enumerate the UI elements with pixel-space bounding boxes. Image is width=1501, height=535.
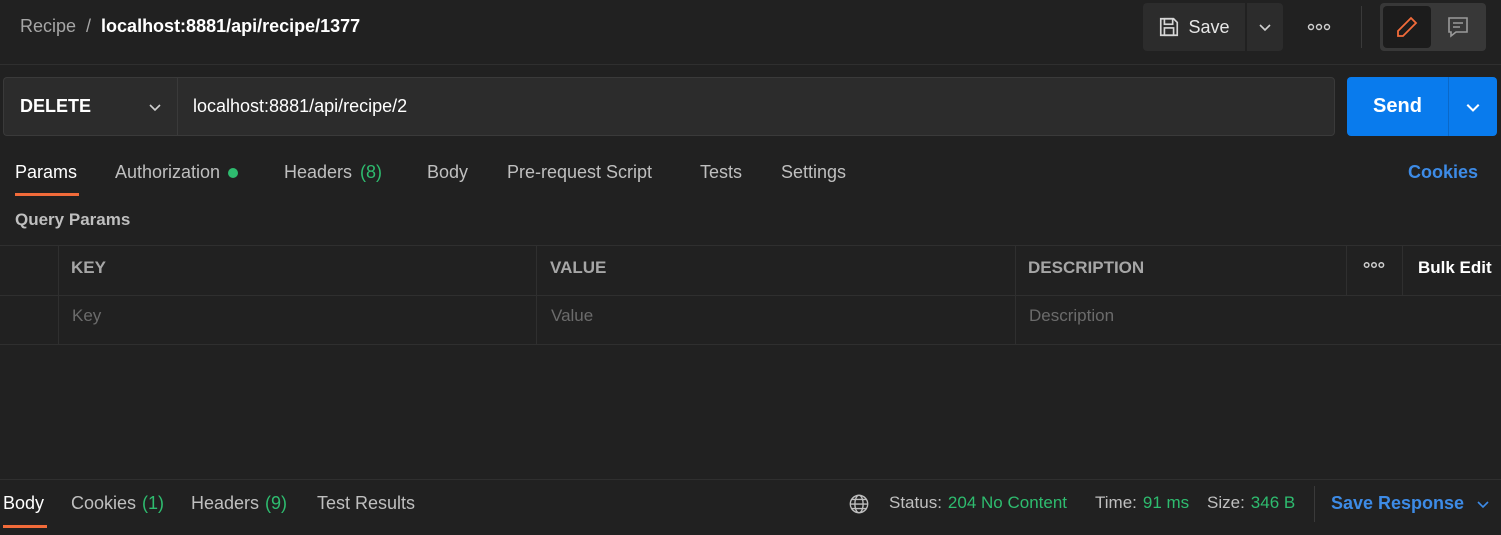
table-col-divider <box>58 245 59 344</box>
breadcrumb-collection[interactable]: Recipe <box>20 16 76 37</box>
chevron-down-icon <box>1477 500 1489 508</box>
chevron-down-icon <box>1466 103 1480 112</box>
tab-pre-request-script[interactable]: Pre-request Script <box>507 162 652 183</box>
send-options-button[interactable] <box>1448 77 1497 136</box>
breadcrumb-separator: / <box>86 16 92 36</box>
table-col-divider <box>1402 245 1403 295</box>
status-dot-icon <box>228 167 239 178</box>
tab-params-label: Params <box>15 162 78 182</box>
response-tab-body-label: Body <box>3 493 45 513</box>
description-input[interactable]: Description <box>1029 306 1114 326</box>
tab-headers[interactable]: Headers (8) <box>284 162 382 183</box>
response-status[interactable]: Status: 204 No Content <box>889 493 1067 513</box>
status-label: Status: <box>889 493 942 512</box>
table-border-top <box>0 245 1501 246</box>
tab-authorization-label: Authorization <box>115 162 221 182</box>
url-input[interactable]: localhost:8881/api/recipe/2 <box>177 77 1335 136</box>
chevron-down-icon <box>149 103 161 111</box>
table-border-bottom <box>0 344 1501 345</box>
table-col-divider <box>1346 245 1347 295</box>
pencil-icon <box>1397 16 1418 37</box>
response-tab-test-results[interactable]: Test Results <box>317 493 415 514</box>
tab-body[interactable]: Body <box>427 162 468 183</box>
url-value: localhost:8881/api/recipe/2 <box>193 96 408 116</box>
globe-icon[interactable] <box>848 493 870 520</box>
send-button[interactable]: Send <box>1347 77 1448 136</box>
value-input[interactable]: Value <box>551 306 593 326</box>
table-col-divider <box>1015 245 1016 344</box>
request-title[interactable]: localhost:8881/api/recipe/1377 <box>101 16 360 37</box>
response-size[interactable]: Size: 346 B <box>1207 493 1295 513</box>
save-button[interactable]: Save <box>1143 3 1245 51</box>
response-tab-cookies[interactable]: Cookies (1) <box>71 493 164 514</box>
save-options-button[interactable] <box>1247 3 1283 51</box>
comment-icon <box>1448 17 1468 38</box>
table-col-divider <box>536 245 537 344</box>
save-response-button[interactable]: Save Response <box>1331 493 1490 514</box>
divider <box>1361 6 1362 48</box>
tab-authorization[interactable]: Authorization <box>115 162 239 183</box>
breadcrumb: Recipe / localhost:8881/api/recipe/1377 <box>20 16 360 37</box>
response-tab-headers-label: Headers <box>191 493 260 513</box>
response-time[interactable]: Time: 91 ms <box>1095 493 1189 513</box>
tab-tests-label: Tests <box>700 162 743 182</box>
save-response-label: Save Response <box>1331 493 1465 513</box>
save-icon <box>1160 17 1179 37</box>
status-value: 204 No Content <box>947 493 1068 512</box>
table-options-button[interactable] <box>1363 258 1387 272</box>
method-select[interactable]: DELETE <box>3 77 178 136</box>
column-header-value: VALUE <box>550 258 607 277</box>
more-horizontal-icon <box>1363 261 1385 269</box>
response-tab-cookies-count: (1) <box>142 493 165 513</box>
tab-headers-count: (8) <box>360 162 383 182</box>
response-bar-divider <box>1314 486 1315 522</box>
save-label: Save <box>1188 16 1230 37</box>
tab-body-label: Body <box>427 162 469 182</box>
response-tab-cookies-label: Cookies <box>71 493 137 513</box>
more-actions-button[interactable] <box>1303 14 1335 40</box>
tab-tests[interactable]: Tests <box>700 162 742 183</box>
size-value: 346 B <box>1250 493 1296 512</box>
tab-params[interactable]: Params <box>15 162 77 183</box>
send-label: Send <box>1373 95 1422 117</box>
response-tab-test-results-label: Test Results <box>317 493 416 513</box>
active-response-tab-indicator <box>3 525 47 528</box>
column-header-description: DESCRIPTION <box>1028 258 1145 277</box>
key-input[interactable]: Key <box>72 306 101 326</box>
active-tab-indicator <box>15 193 79 196</box>
tab-headers-label: Headers <box>284 162 353 182</box>
table-border-mid <box>0 295 1501 296</box>
time-value: 91 ms <box>1142 493 1190 512</box>
tab-settings[interactable]: Settings <box>781 162 846 183</box>
tab-pre-request-label: Pre-request Script <box>507 162 653 182</box>
tab-settings-label: Settings <box>781 162 847 182</box>
time-label: Time: <box>1095 493 1137 512</box>
response-tab-headers[interactable]: Headers (9) <box>191 493 287 514</box>
query-params-title: Query Params <box>15 210 131 229</box>
bulk-edit-button[interactable]: Bulk Edit <box>1418 258 1492 278</box>
response-tab-body[interactable]: Body <box>3 493 44 514</box>
comment-mode-button[interactable] <box>1434 6 1482 48</box>
edit-mode-button[interactable] <box>1383 6 1431 48</box>
cookies-link[interactable]: Cookies <box>1408 162 1478 183</box>
more-horizontal-icon <box>1307 23 1331 31</box>
chevron-down-icon <box>1259 24 1271 32</box>
response-divider <box>0 479 1501 480</box>
response-tab-headers-count: (9) <box>265 493 288 513</box>
header-divider <box>0 64 1501 65</box>
size-label: Size: <box>1207 493 1245 512</box>
column-header-key: KEY <box>71 258 106 277</box>
method-label: DELETE <box>20 96 92 116</box>
